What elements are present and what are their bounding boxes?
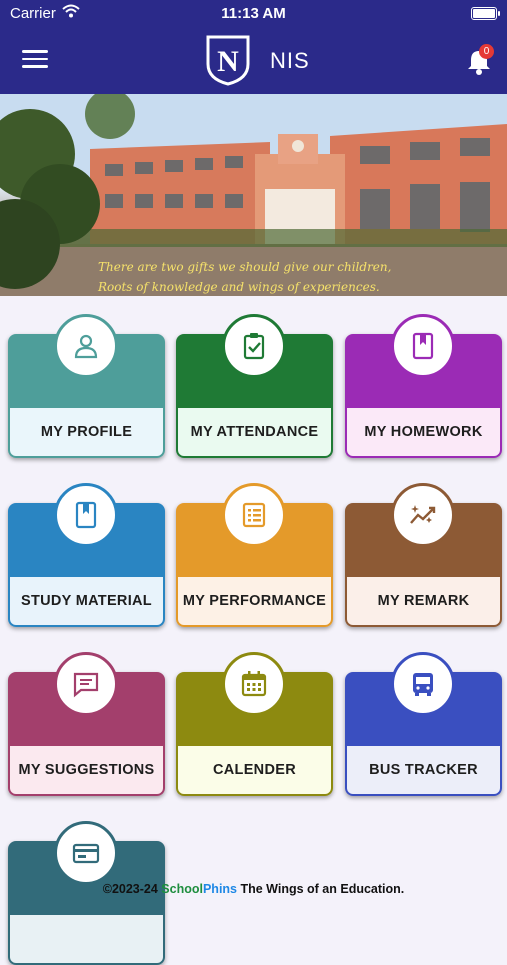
menu-tile-footer: MY REMARK [345, 577, 502, 627]
menu-tile-footer: MY PROFILE [8, 408, 165, 458]
menu-tile-footer: MY SUGGESTIONS [8, 746, 165, 796]
calendar-icon [241, 671, 267, 697]
menu-tile[interactable]: CALENDER [176, 652, 333, 796]
menu-button[interactable] [22, 50, 48, 70]
school-banner-image: There are two gifts we should give our c… [0, 94, 507, 296]
menu-tile-label: CALENDER [213, 762, 296, 778]
menu-tile[interactable]: MY SUGGESTIONS [8, 652, 165, 796]
clock: 11:13 AM [221, 5, 286, 22]
menu-tile-label: STUDY MATERIAL [21, 593, 152, 609]
auto-graph-icon [410, 505, 436, 524]
banner-quote-line-2: Roots of knowledge and wings of experien… [98, 280, 380, 294]
menu-tile-icon-badge [391, 483, 455, 547]
footer: ©2023-24 SchoolPhins The Wings of an Edu… [0, 882, 507, 896]
menu-bar-line [22, 50, 48, 53]
menu-tile-label: MY REMARK [377, 593, 470, 609]
menu-tile-label: MY ATTENDANCE [190, 424, 319, 440]
banner-quote-line-1: There are two gifts we should give our c… [98, 260, 392, 274]
app-title: NIS [270, 48, 310, 73]
menu-tile-icon-badge [391, 652, 455, 716]
menu-tile-label: MY HOMEWORK [364, 424, 483, 440]
notification-badge: 0 [479, 44, 494, 59]
menu-tile[interactable]: BUS TRACKER [345, 652, 502, 796]
menu-tile[interactable]: MY HOMEWORK [345, 314, 502, 458]
menu-tile-icon-badge [54, 483, 118, 547]
menu-tile-icon-badge [222, 652, 286, 716]
menu-tile-footer [8, 915, 165, 965]
menu-bar-line [22, 65, 48, 68]
bookmark-book-icon [75, 501, 97, 529]
menu-tile-footer: MY HOMEWORK [345, 408, 502, 458]
menu-tile[interactable]: MY REMARK [345, 483, 502, 627]
menu-bar-line [22, 57, 48, 60]
menu-tile-label: MY PERFORMANCE [182, 593, 327, 609]
menu-tile-icon-badge [222, 483, 286, 547]
app-bar: N NIS 0 [0, 28, 507, 94]
menu-tile[interactable]: MY PROFILE [8, 314, 165, 458]
status-bar: Carrier 11:13 AM [0, 0, 507, 28]
menu-tile-footer: MY PERFORMANCE [176, 577, 333, 627]
menu-tile-icon-badge [391, 314, 455, 378]
footer-tagline: The Wings of an Education. [237, 882, 405, 896]
menu-tile-footer: MY ATTENDANCE [176, 408, 333, 458]
menu-tile-icon-badge [54, 821, 118, 885]
footer-brand-phins: Phins [202, 882, 238, 896]
person-icon [74, 334, 98, 359]
menu-tile[interactable]: MY ATTENDANCE [176, 314, 333, 458]
bookmark-book-icon [412, 332, 434, 360]
menu-tile-footer: BUS TRACKER [345, 746, 502, 796]
menu-tile-label: MY SUGGESTIONS [18, 762, 155, 778]
list-icon [242, 502, 266, 528]
footer-brand-school: School [161, 882, 203, 896]
menu-tile-icon-badge [54, 314, 118, 378]
card-icon [72, 843, 100, 864]
svg-text:N: N [217, 45, 239, 78]
menu-tile-footer: CALENDER [176, 746, 333, 796]
footer-copyright: ©2023-24 [102, 882, 162, 896]
menu-tile-label: MY PROFILE [40, 424, 133, 440]
menu-tile[interactable]: STUDY MATERIAL [8, 483, 165, 627]
menu-tile[interactable] [8, 821, 165, 965]
menu-tile-footer: STUDY MATERIAL [8, 577, 165, 627]
menu-tile-icon-badge [54, 652, 118, 716]
battery-icon [471, 7, 500, 20]
bus-icon [413, 673, 433, 696]
menu-tile-label: BUS TRACKER [369, 762, 478, 778]
menu-tile[interactable]: MY PERFORMANCE [176, 483, 333, 627]
clipboard-check-icon [243, 333, 265, 360]
chat-icon [73, 672, 99, 698]
menu-tile-icon-badge [222, 314, 286, 378]
school-logo: N [206, 35, 250, 86]
